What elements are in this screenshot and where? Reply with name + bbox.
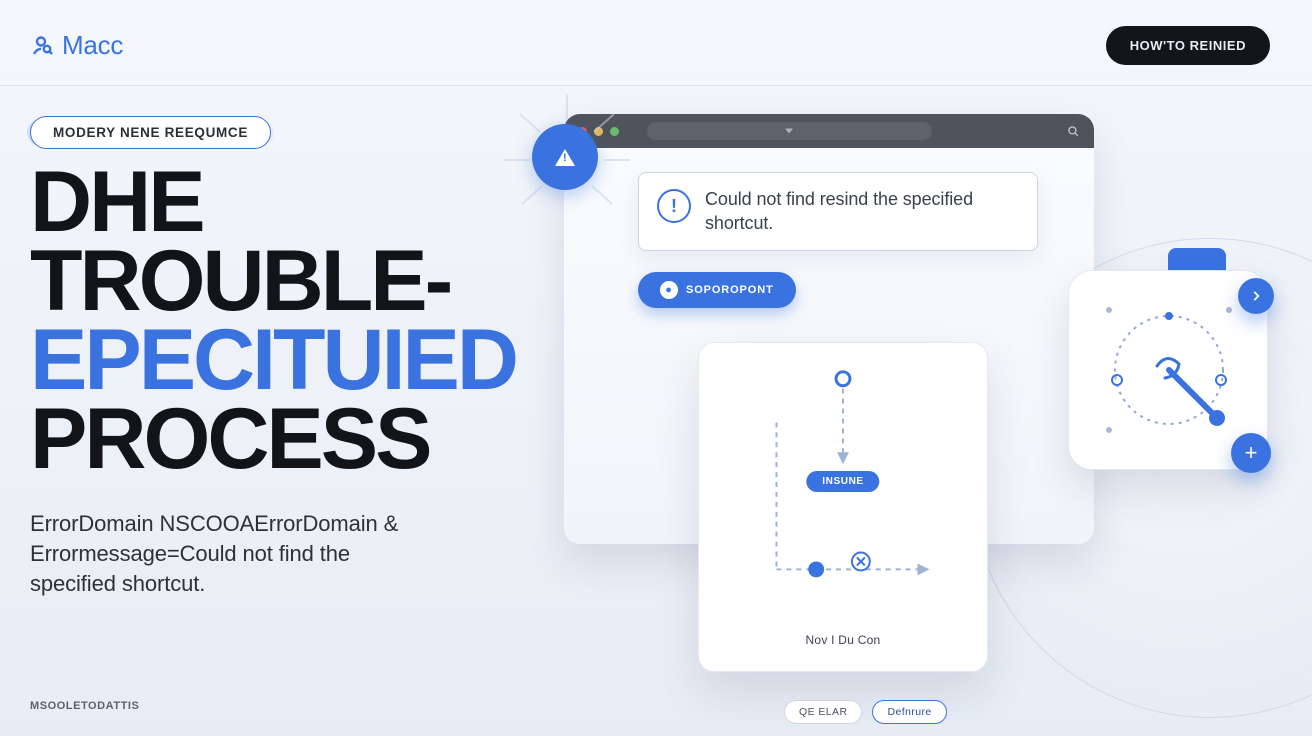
hero-sub-line-1: ErrorDomain NSCOOAErrorDomain & [30, 511, 398, 536]
flow-caption: Nov I Du Con [806, 633, 881, 647]
hero-title-line-2: TROUBLE- [30, 242, 516, 321]
chip-secondary[interactable]: QE ELAR [784, 700, 862, 724]
flow-card: INSUNE Nov I Du Con [698, 342, 988, 672]
hero-column: MODERY NENE REEQUMCE DHE TROUBLE- EPECIT… [30, 116, 516, 676]
alert-badge [532, 124, 598, 190]
next-arrow-button[interactable] [1238, 278, 1274, 314]
plus-icon: + [1245, 440, 1258, 466]
main: MODERY NENE REEQUMCE DHE TROUBLE- EPECIT… [0, 86, 1312, 676]
brand-label: Macc [62, 30, 123, 61]
hero-title-line-4: PROCESS [30, 400, 516, 479]
hero-subtitle: ErrorDomain NSCOOAErrorDomain & Errormes… [30, 509, 460, 598]
flow-diagram-icon [699, 343, 987, 671]
flow-actions: QE ELAR Defnrure [784, 700, 947, 724]
footer-tag: MSOOLETODATTIS [30, 700, 139, 712]
header-cta-button[interactable]: HOW'TO REINIED [1106, 26, 1270, 65]
hero-sub-line-3: specified shortcut. [30, 571, 205, 596]
error-dialog-message: Could not find resind the specified shor… [705, 187, 1019, 236]
report-button[interactable]: ● SOPOROPONT [638, 272, 796, 308]
info-exclamation-icon: ! [657, 189, 691, 223]
illustration-stage: ! Could not find resind the specified sh… [536, 116, 1282, 676]
header: Macc HOW'TO REINIED [0, 0, 1312, 86]
hero-title-line-3: EPECITUIED [30, 321, 516, 400]
hero-sub-line-2: Errormessage=Could not find the [30, 541, 350, 566]
browser-titlebar [564, 114, 1094, 148]
hero-title: DHE TROUBLE- EPECITUIED PROCESS [30, 163, 516, 479]
add-button[interactable]: + [1231, 433, 1271, 473]
warning-triangle-icon [555, 149, 575, 166]
hero-eyebrow-pill: MODERY NENE REEQUMCE [30, 116, 271, 149]
illustration-column: ! Could not find resind the specified sh… [536, 116, 1282, 676]
chip-primary[interactable]: Defnrure [872, 700, 946, 724]
hero-title-line-1: DHE [30, 163, 516, 242]
error-dialog: ! Could not find resind the specified sh… [638, 172, 1038, 251]
report-button-label: SOPOROPONT [686, 284, 774, 296]
address-bar[interactable] [647, 122, 932, 140]
search-icon[interactable] [1066, 124, 1080, 138]
report-bullet-icon: ● [660, 281, 678, 299]
brand[interactable]: Macc [30, 30, 123, 61]
flow-node-pill[interactable]: INSUNE [806, 471, 879, 492]
chevron-right-icon [1249, 289, 1263, 303]
search-person-icon [30, 34, 54, 58]
